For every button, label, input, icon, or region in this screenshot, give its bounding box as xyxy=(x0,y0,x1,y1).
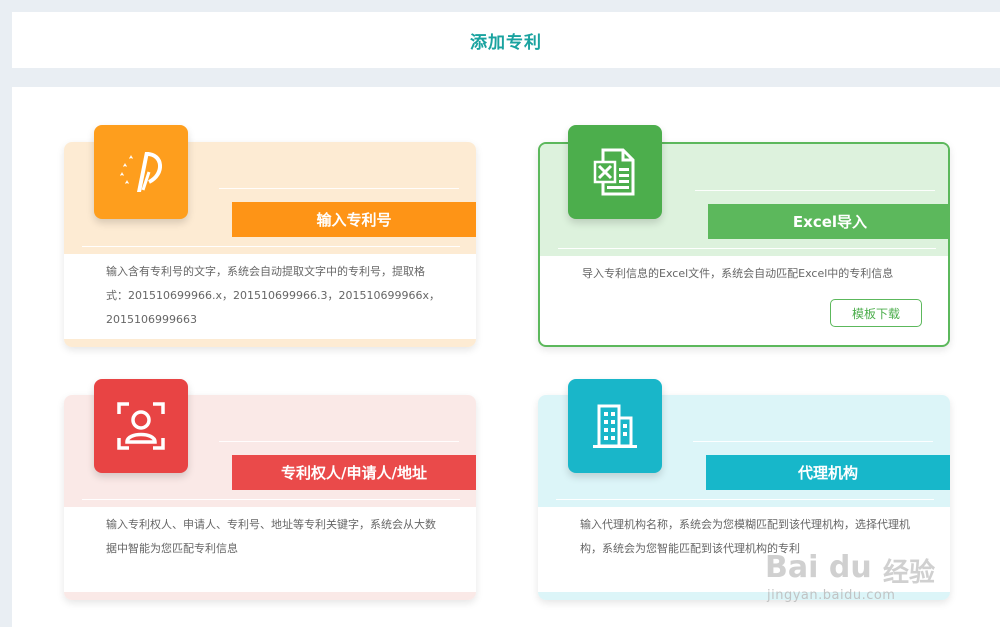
card-label: Excel导入 xyxy=(708,204,948,239)
card-description: 输入代理机构名称，系统会为您模糊匹配到该代理机构，选择代理机构，系统会为您智能匹… xyxy=(580,518,910,555)
card-bottom-strip xyxy=(64,592,476,600)
card-bottom-strip xyxy=(64,339,476,347)
card-description: 导入专利信息的Excel文件，系统会自动匹配Excel中的专利信息 xyxy=(582,267,894,280)
content-panel: 输入专利号 输入含有专利号的文字，系统会自动提取文字中的专利号，提取格式：201… xyxy=(12,87,1000,627)
person-scan-icon xyxy=(94,379,188,473)
card-description: 输入专利权人、申请人、专利号、地址等专利关键字，系统会从大数据中智能为您匹配专利… xyxy=(106,518,436,555)
card-label: 代理机构 xyxy=(706,455,950,490)
divider xyxy=(693,441,933,442)
divider xyxy=(82,499,460,500)
card-bottom-strip xyxy=(538,592,950,600)
divider xyxy=(219,188,459,189)
divider xyxy=(556,499,934,500)
divider xyxy=(695,190,935,191)
card-description: 输入含有专利号的文字，系统会自动提取文字中的专利号，提取格式：201510699… xyxy=(106,265,440,326)
card-label: 专利权人/申请人/地址 xyxy=(232,455,476,490)
divider xyxy=(82,246,460,247)
page-title: 添加专利 xyxy=(470,32,542,53)
patent-logo-icon xyxy=(94,125,188,219)
divider xyxy=(219,441,459,442)
template-download-button[interactable]: 模板下载 xyxy=(830,299,922,327)
page-header: 添加专利 xyxy=(12,12,1000,68)
card-label: 输入专利号 xyxy=(232,202,476,237)
divider xyxy=(558,248,936,249)
excel-file-icon xyxy=(568,125,662,219)
building-icon xyxy=(568,379,662,473)
